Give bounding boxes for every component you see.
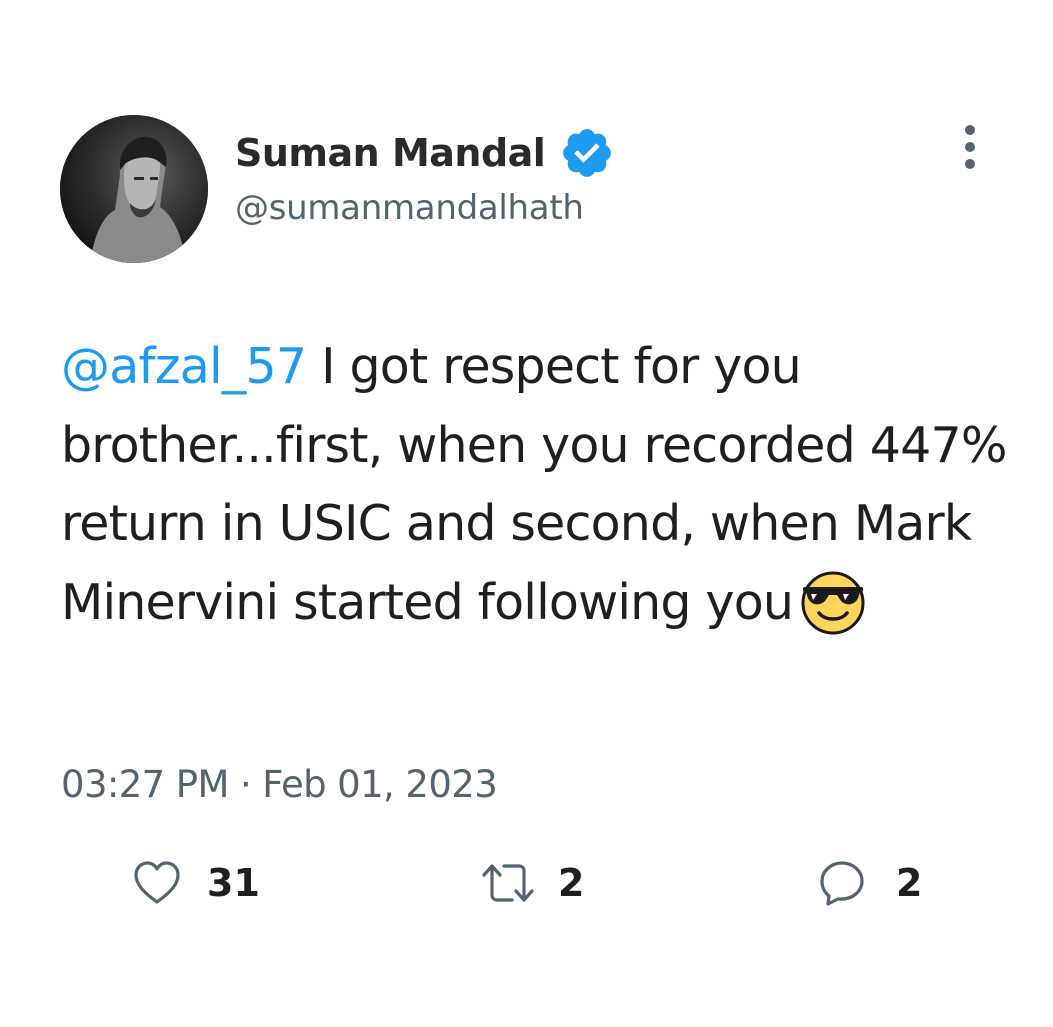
- retweet-button[interactable]: 2: [480, 855, 584, 911]
- tweet-text: @afzal_57 I got respect for you brother.…: [61, 328, 1011, 642]
- author-display-name[interactable]: Suman Mandal: [235, 131, 546, 175]
- vertical-ellipsis-icon: [965, 125, 975, 169]
- avatar[interactable]: [60, 115, 208, 263]
- like-button[interactable]: 31: [133, 855, 260, 911]
- author-name-row: Suman Mandal: [235, 127, 615, 179]
- heart-icon: [134, 861, 180, 904]
- retweet-count: 2: [558, 861, 585, 905]
- more-options-button[interactable]: [950, 122, 990, 172]
- smiling-face-with-sunglasses-icon: [797, 565, 869, 637]
- like-count: 31: [207, 861, 260, 905]
- verified-badge-icon: [559, 125, 615, 181]
- tweet-timestamp[interactable]: 03:27 PM · Feb 01, 2023: [61, 763, 498, 806]
- reply-count: 2: [896, 861, 923, 905]
- mention-link[interactable]: @afzal_57: [61, 338, 307, 395]
- speech-bubble-icon: [820, 861, 864, 906]
- retweet-icon: [482, 864, 534, 902]
- author-handle[interactable]: @sumanmandalhath: [235, 188, 584, 228]
- reply-button[interactable]: 2: [818, 855, 922, 911]
